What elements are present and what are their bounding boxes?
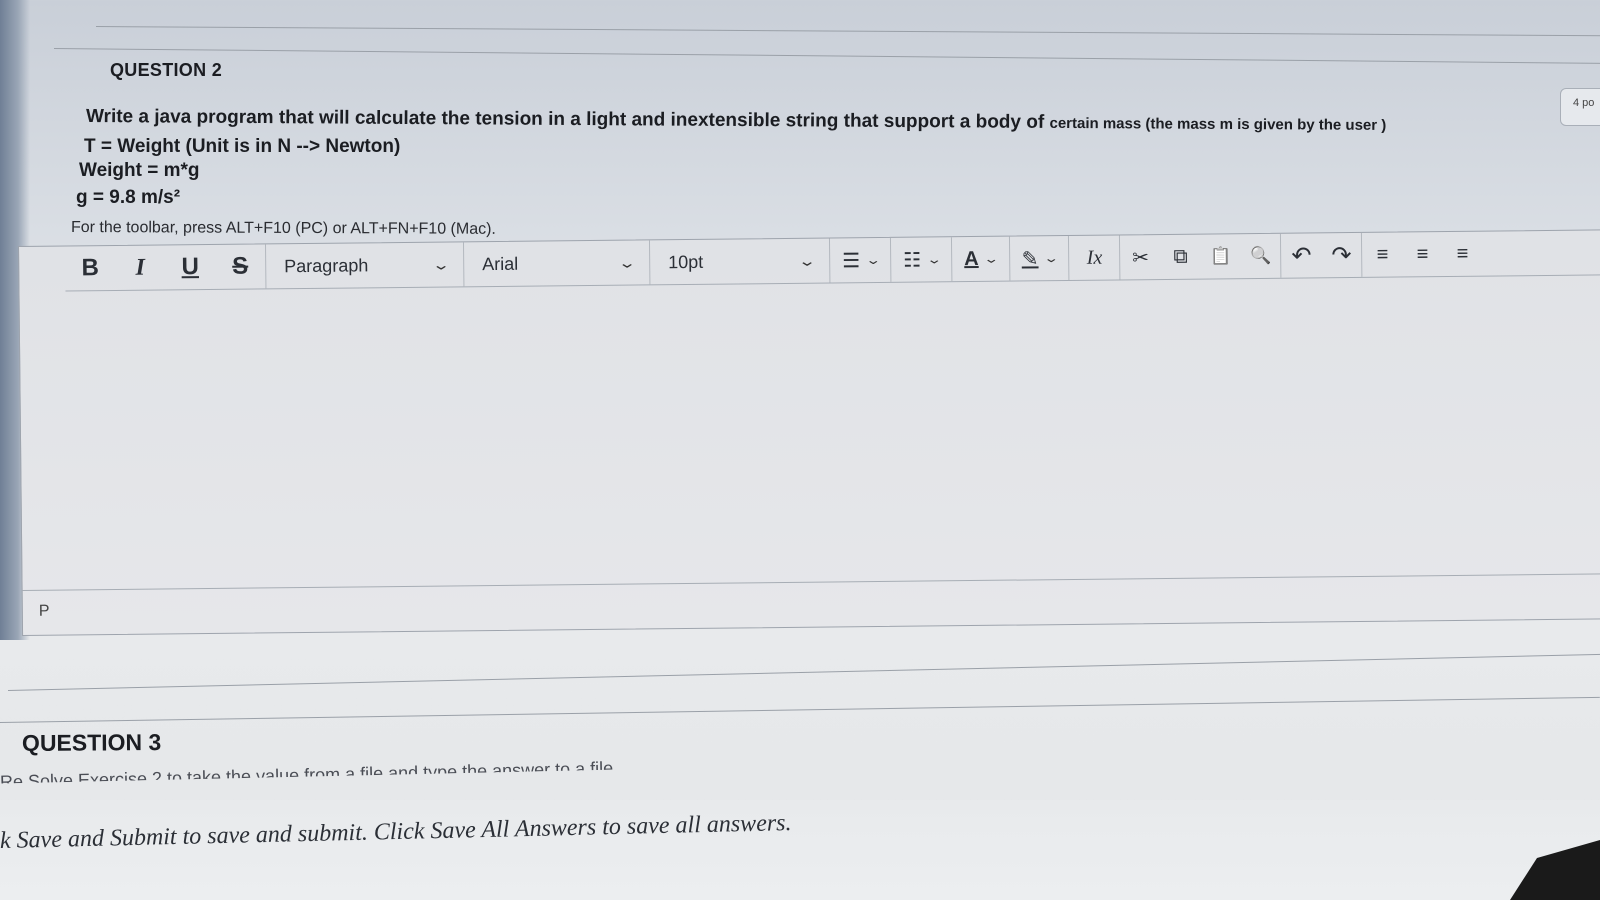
prompt-line-1-tail: certain mass (the mass m is given by the… bbox=[1049, 114, 1387, 134]
question-2-header: QUESTION 2 bbox=[110, 60, 223, 80]
text-color-icon: A bbox=[964, 247, 979, 270]
lower-divider bbox=[7, 653, 1600, 691]
prompt-line-1-main: Write a java program that will calculate… bbox=[85, 106, 1050, 133]
font-size-select[interactable]: 10pt ⌄ bbox=[649, 238, 831, 285]
editor-content-area[interactable] bbox=[19, 274, 1600, 591]
numbered-list-icon: ☷ bbox=[903, 249, 922, 272]
cut-icon[interactable]: ✂ bbox=[1120, 235, 1160, 279]
undo-icon[interactable]: ↶ bbox=[1281, 233, 1321, 277]
top-divider bbox=[95, 26, 1600, 37]
history-group: ↶ ↷ bbox=[1281, 232, 1363, 278]
format-button-group: B I U S bbox=[65, 244, 267, 291]
find-replace-icon[interactable]: 🔍 bbox=[1240, 234, 1280, 278]
bullet-list-button[interactable]: ☰ ⌄ bbox=[829, 237, 892, 283]
question-2-prompt-line-4: g = 9.8 m/s² bbox=[76, 187, 181, 208]
toolbar-shortcut-hint: For the toolbar, press ALT+F10 (PC) or A… bbox=[70, 219, 496, 238]
chevron-down-icon: ⌄ bbox=[797, 252, 817, 269]
question-2-prompt-line-3: Weight = m*g bbox=[79, 160, 200, 181]
italic-button[interactable]: I bbox=[115, 245, 165, 290]
chevron-down-icon: ⌄ bbox=[865, 252, 882, 268]
chevron-down-icon: ⌄ bbox=[926, 252, 943, 267]
chevron-down-icon: ⌄ bbox=[617, 254, 637, 271]
align-center-icon[interactable]: ≡ bbox=[1402, 232, 1442, 276]
strikethrough-button[interactable]: S bbox=[215, 244, 265, 289]
clear-format-group: Ix bbox=[1069, 235, 1121, 280]
chevron-down-icon: ⌄ bbox=[431, 255, 451, 273]
question-divider bbox=[53, 48, 1600, 64]
question-3-header: QUESTION 3 bbox=[21, 729, 162, 756]
copy-icon[interactable]: ⧉ bbox=[1160, 235, 1200, 279]
font-family-value: Arial bbox=[482, 253, 519, 274]
block-format-value: Paragraph bbox=[284, 254, 369, 276]
clipboard-group: ✂ ⧉ 📋 🔍 bbox=[1120, 233, 1282, 280]
question-2-prompt-line-1: Write a java program that will calculate… bbox=[86, 106, 1386, 136]
text-color-button[interactable]: A ⌄ bbox=[951, 236, 1010, 282]
chevron-down-icon: ⌄ bbox=[983, 251, 1000, 266]
block-format-select[interactable]: Paragraph ⌄ bbox=[265, 242, 465, 289]
align-right-icon[interactable]: ≡ bbox=[1442, 232, 1482, 276]
footer-area bbox=[0, 800, 1600, 900]
font-size-value: 10pt bbox=[668, 251, 704, 272]
paste-icon[interactable]: 📋 bbox=[1200, 234, 1240, 278]
bold-button[interactable]: B bbox=[65, 246, 115, 291]
underline-button[interactable]: U bbox=[165, 245, 215, 290]
clear-formatting-button[interactable]: Ix bbox=[1069, 235, 1119, 280]
highlight-color-button[interactable]: ✎ ⌄ bbox=[1009, 235, 1070, 281]
font-family-select[interactable]: Arial ⌄ bbox=[463, 240, 651, 287]
rich-text-editor: B I U S Paragraph ⌄ Arial ⌄ 10pt ⌄ ☰ ⌄ ☷… bbox=[18, 229, 1600, 636]
highlight-icon: ✎ bbox=[1021, 247, 1039, 270]
alignment-group: ≡ ≡ ≡ bbox=[1362, 232, 1482, 277]
question-3-prompt: Re Solve Exercise 2 to take the value fr… bbox=[0, 758, 614, 792]
question-2-prompt-line-2: T = Weight (Unit is in N --> Newton) bbox=[84, 136, 401, 157]
chevron-down-icon: ⌄ bbox=[1043, 251, 1060, 266]
points-badge: 4 po bbox=[1560, 88, 1600, 126]
align-left-icon[interactable]: ≡ bbox=[1362, 233, 1402, 277]
element-path[interactable]: P bbox=[39, 603, 50, 621]
numbered-list-button[interactable]: ☷ ⌄ bbox=[890, 237, 953, 282]
lower-divider-2 bbox=[0, 696, 1600, 723]
bullet-list-icon: ☰ bbox=[842, 249, 861, 272]
redo-icon[interactable]: ↷ bbox=[1321, 233, 1361, 277]
